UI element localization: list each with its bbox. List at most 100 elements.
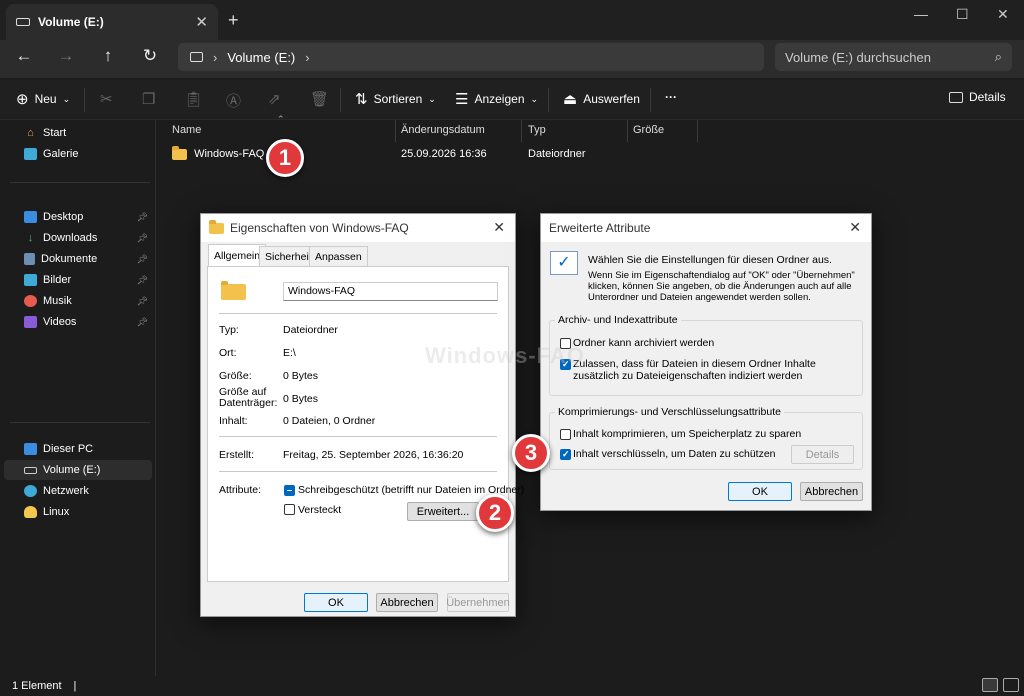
sidebar-item-bilder[interactable]: Bilder 📌︎: [4, 270, 152, 290]
status-separator: |: [73, 680, 77, 692]
column-header-name[interactable]: Name: [172, 124, 201, 136]
copy-icon[interactable]: ❐: [142, 90, 155, 108]
address-bar[interactable]: › Volume (E:) ›: [178, 43, 764, 71]
up-icon[interactable]: ↑: [95, 46, 121, 66]
column-divider[interactable]: [627, 120, 628, 142]
folder-name-field[interactable]: Windows-FAQ: [283, 282, 498, 301]
hidden-label[interactable]: Versteckt: [298, 504, 341, 516]
pin-icon[interactable]: 📌︎: [137, 212, 148, 223]
apply-button[interactable]: Übernehmen: [446, 593, 510, 612]
archive-label[interactable]: Ordner kann archiviert werden: [573, 337, 714, 349]
details-button[interactable]: Details: [791, 445, 854, 464]
tab-volume-e[interactable]: Volume (E:) ✕: [6, 4, 218, 40]
tab-allgemein[interactable]: Allgemein: [208, 244, 267, 266]
sidebar-item-dokumente[interactable]: Dokumente 📌︎: [4, 249, 152, 269]
view-button[interactable]: ☰ Anzeigen ⌄: [455, 90, 538, 108]
sidebar-item-galerie[interactable]: Galerie: [4, 144, 152, 164]
minimize-button[interactable]: —: [914, 6, 928, 22]
back-icon[interactable]: ←: [11, 46, 37, 66]
sidebar-item-netzwerk[interactable]: Netzwerk: [4, 481, 152, 501]
tiles-view-icon[interactable]: [1003, 678, 1019, 692]
sidebar-item-musik[interactable]: Musik 📌︎: [4, 291, 152, 311]
column-header-type[interactable]: Typ: [528, 124, 546, 136]
pin-icon[interactable]: 📌︎: [137, 275, 148, 286]
eject-button[interactable]: ⏏ Auswerfen: [563, 90, 640, 108]
details-button[interactable]: Details: [949, 90, 1006, 104]
file-type: Dateiordner: [528, 148, 586, 160]
sidebar-item-start[interactable]: ⌂ Start: [4, 123, 152, 143]
sidebar-item-videos[interactable]: Videos 📌︎: [4, 312, 152, 332]
drive-icon: [16, 18, 30, 26]
close-icon[interactable]: ✕: [493, 219, 505, 236]
ok-button[interactable]: OK: [304, 593, 368, 612]
breadcrumb-chevron-icon: ›: [213, 49, 218, 65]
compress-label[interactable]: Inhalt komprimieren, um Speicherplatz zu…: [573, 428, 801, 440]
sidebar-item-downloads[interactable]: ↓ Downloads 📌︎: [4, 228, 152, 248]
rename-icon[interactable]: Ⓐ: [226, 90, 241, 111]
divider: [219, 436, 497, 437]
new-button[interactable]: ⊕ Neu ⌄: [16, 90, 70, 108]
video-icon: [24, 316, 37, 328]
new-tab-button[interactable]: +: [228, 10, 239, 31]
more-options-button[interactable]: ···: [665, 90, 677, 104]
hidden-checkbox[interactable]: [284, 504, 295, 515]
sidebar-item-volume-e[interactable]: Volume (E:): [4, 460, 152, 480]
sidebar-item-label: Linux: [43, 506, 70, 518]
column-divider[interactable]: [521, 120, 522, 142]
pc-icon: [24, 443, 37, 455]
new-label: Neu: [34, 92, 57, 106]
breadcrumb-chevron-icon[interactable]: ›: [305, 50, 309, 65]
paste-icon[interactable]: 📋︎: [184, 90, 203, 108]
pin-icon[interactable]: 📌︎: [137, 317, 148, 328]
maximize-button[interactable]: ☐: [956, 6, 969, 23]
view-label: Anzeigen: [474, 92, 525, 106]
tab-anpassen[interactable]: Anpassen: [309, 246, 368, 266]
close-tab-icon[interactable]: ✕: [195, 13, 208, 31]
created-value: Freitag, 25. September 2026, 16:36:20: [283, 449, 464, 461]
search-input[interactable]: Volume (E:) durchsuchen ⌕: [775, 43, 1012, 71]
table-row[interactable]: Windows-FAQ: [172, 145, 264, 160]
divider: [84, 88, 85, 112]
column-header-date[interactable]: Änderungsdatum: [401, 124, 485, 136]
ok-button[interactable]: OK: [728, 482, 792, 501]
size-on-disk-label: Größe auf Datenträger:: [219, 386, 278, 409]
eject-label: Auswerfen: [583, 92, 640, 106]
pin-icon[interactable]: 📌︎: [137, 254, 148, 265]
cancel-button[interactable]: Abbrechen: [800, 482, 863, 501]
advanced-button[interactable]: Erweitert...: [407, 502, 479, 521]
sidebar: [0, 120, 156, 676]
archive-group-title: Archiv- und Indexattribute: [555, 314, 681, 326]
column-divider[interactable]: [395, 120, 396, 142]
close-icon[interactable]: ✕: [849, 219, 861, 236]
refresh-icon[interactable]: ↻: [137, 46, 163, 66]
sort-label: Sortieren: [373, 92, 423, 106]
column-header-size[interactable]: Größe: [633, 124, 664, 136]
sidebar-item-desktop[interactable]: Desktop 📌︎: [4, 207, 152, 227]
attributes-label: Attribute:: [219, 484, 262, 496]
pin-icon[interactable]: 📌︎: [137, 296, 148, 307]
compress-checkbox[interactable]: [560, 429, 571, 440]
share-icon[interactable]: ⇗: [268, 90, 281, 108]
pin-icon[interactable]: 📌︎: [137, 233, 148, 244]
divider: [548, 88, 549, 112]
column-divider[interactable]: [697, 120, 698, 142]
cancel-button[interactable]: Abbrechen: [376, 593, 438, 612]
details-view-icon[interactable]: [982, 678, 998, 692]
sort-button[interactable]: ⇅ Sortieren ⌄: [355, 90, 436, 108]
created-label: Erstellt:: [219, 449, 255, 461]
index-label[interactable]: Zulassen, dass für Dateien in diesem Ord…: [573, 358, 858, 382]
close-window-button[interactable]: ✕: [997, 6, 1009, 23]
cut-icon[interactable]: ✂: [100, 90, 113, 108]
encrypt-label[interactable]: Inhalt verschlüsseln, um Daten zu schütz…: [573, 448, 776, 460]
readonly-checkbox[interactable]: [284, 485, 295, 496]
sidebar-item-dieser-pc[interactable]: Dieser PC: [4, 439, 152, 459]
chevron-down-icon: ⌄: [428, 93, 436, 104]
folder-icon: [209, 219, 224, 234]
encrypt-checkbox[interactable]: [560, 449, 571, 460]
forward-icon[interactable]: →: [53, 46, 79, 66]
sidebar-item-linux[interactable]: Linux: [4, 502, 152, 522]
delete-icon[interactable]: 🗑︎: [310, 90, 329, 108]
sidebar-item-label: Galerie: [43, 148, 79, 160]
breadcrumb-current[interactable]: Volume (E:): [227, 50, 295, 65]
sidebar-item-label: Desktop: [43, 211, 84, 223]
